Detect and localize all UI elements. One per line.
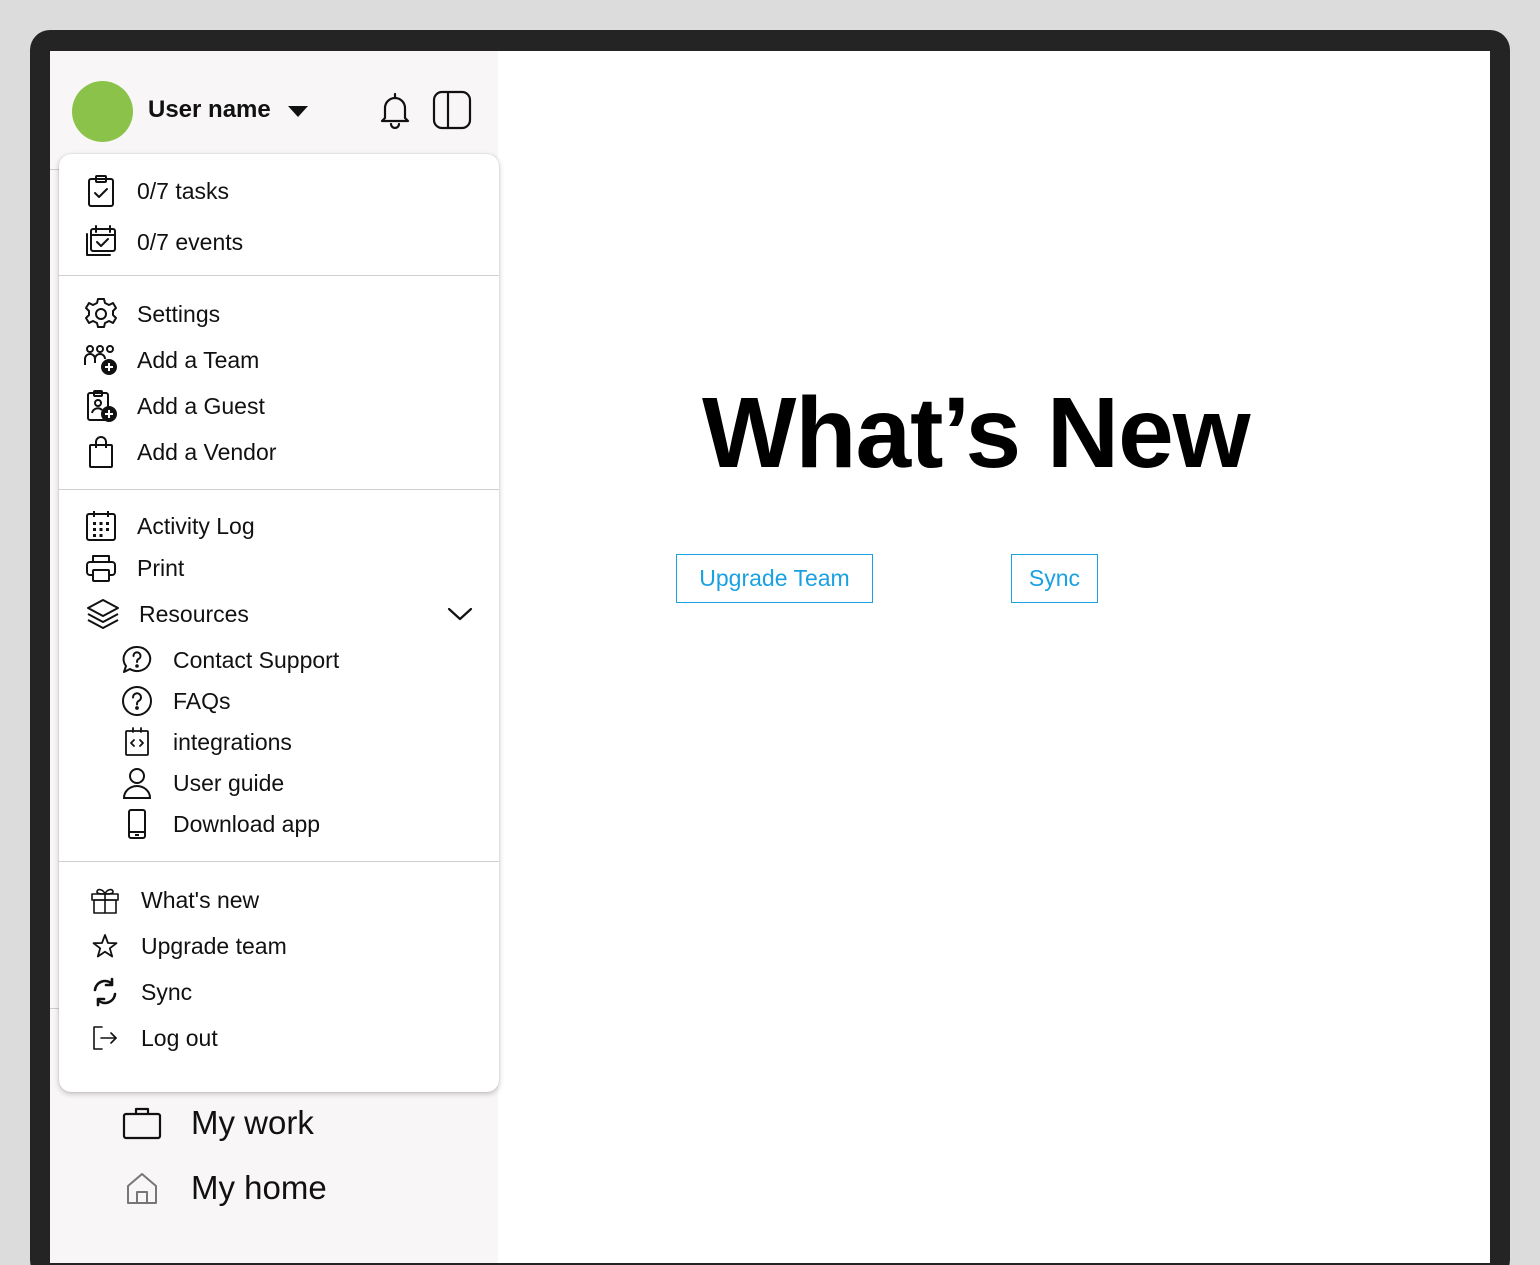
menu-item-resources[interactable]: Resources [85, 594, 249, 634]
briefcase-icon [120, 1101, 164, 1145]
menu-item-label: Add a Vendor [137, 438, 277, 465]
sidebar-toggle-icon[interactable] [431, 89, 473, 131]
menu-item-print[interactable]: Print [83, 548, 184, 588]
menu-divider [59, 861, 499, 862]
menu-item-user-guide[interactable]: User guide [119, 763, 284, 803]
calendar-grid-icon [83, 508, 119, 544]
phone-icon [119, 806, 155, 842]
menu-item-label: Activity Log [137, 512, 255, 539]
caret-down-icon[interactable] [288, 106, 308, 117]
menu-item-label: FAQs [173, 687, 231, 714]
menu-divider [59, 275, 499, 276]
menu-item-label: Resources [139, 600, 249, 627]
support-bubble-icon [119, 642, 155, 678]
menu-item-label: Add a Guest [137, 392, 265, 419]
user-name[interactable]: User name [148, 96, 271, 124]
clipboard-check-icon [83, 173, 119, 209]
menu-item-label: What's new [141, 886, 260, 913]
menu-item-label: Download app [173, 810, 321, 837]
user-dropdown-menu: 0/7 tasks 0/7 events Settings Add a Team… [59, 154, 499, 1092]
menu-item-activity-log[interactable]: Activity Log [83, 506, 255, 546]
layers-icon [85, 596, 121, 632]
menu-item-label: Contact Support [173, 646, 340, 673]
star-icon [87, 928, 123, 964]
menu-item-add-guest[interactable]: Add a Guest [83, 386, 265, 426]
user-icon [119, 765, 155, 801]
logout-icon [87, 1020, 123, 1056]
menu-item-label: 0/7 tasks [137, 177, 230, 204]
sync-button[interactable]: Sync [1011, 554, 1098, 603]
menu-item-faqs[interactable]: FAQs [119, 681, 231, 721]
menu-item-events[interactable]: 0/7 events [83, 222, 243, 262]
menu-item-add-vendor[interactable]: Add a Vendor [83, 432, 276, 472]
sync-icon [87, 974, 123, 1010]
gift-icon [87, 882, 123, 918]
sidebar-item-my-work[interactable]: My work [120, 1101, 314, 1145]
menu-item-label: 0/7 events [137, 228, 244, 255]
sidebar-item-label: My home [191, 1169, 327, 1206]
menu-item-label: Sync [141, 978, 193, 1005]
question-circle-icon [119, 683, 155, 719]
add-team-icon [83, 342, 119, 378]
menu-item-label: integrations [173, 728, 292, 755]
menu-item-settings[interactable]: Settings [83, 294, 220, 334]
gear-icon [83, 296, 119, 332]
shopping-bag-icon [83, 434, 119, 470]
menu-item-add-team[interactable]: Add a Team [83, 340, 259, 380]
menu-item-label: Upgrade team [141, 932, 287, 959]
menu-item-label: Add a Team [137, 346, 260, 373]
avatar[interactable] [72, 81, 133, 142]
menu-item-tasks[interactable]: 0/7 tasks [83, 171, 229, 211]
code-icon [119, 724, 155, 760]
calendar-check-icon [83, 224, 119, 260]
menu-item-sync[interactable]: Sync [87, 972, 192, 1012]
menu-item-upgrade-team[interactable]: Upgrade team [87, 926, 287, 966]
menu-item-download-app[interactable]: Download app [119, 804, 320, 844]
sidebar-item-label: My work [191, 1104, 314, 1141]
menu-item-label: Settings [137, 300, 221, 327]
printer-icon [83, 550, 119, 586]
menu-item-label: Log out [141, 1024, 218, 1051]
sidebar-item-my-home[interactable]: My home [120, 1166, 327, 1210]
add-guest-icon [83, 388, 119, 424]
menu-item-whats-new[interactable]: What's new [87, 880, 259, 920]
menu-item-label: Print [137, 554, 185, 581]
home-icon [120, 1166, 164, 1210]
menu-divider [59, 489, 499, 490]
page-title: What’s New [702, 377, 1250, 489]
menu-item-label: User guide [173, 769, 285, 796]
bell-icon[interactable] [374, 89, 416, 131]
chevron-down-icon[interactable] [445, 602, 475, 626]
menu-item-integrations[interactable]: integrations [119, 722, 292, 762]
upgrade-team-button[interactable]: Upgrade Team [676, 554, 873, 603]
menu-item-contact-support[interactable]: Contact Support [119, 640, 339, 680]
menu-item-log-out[interactable]: Log out [87, 1018, 218, 1058]
